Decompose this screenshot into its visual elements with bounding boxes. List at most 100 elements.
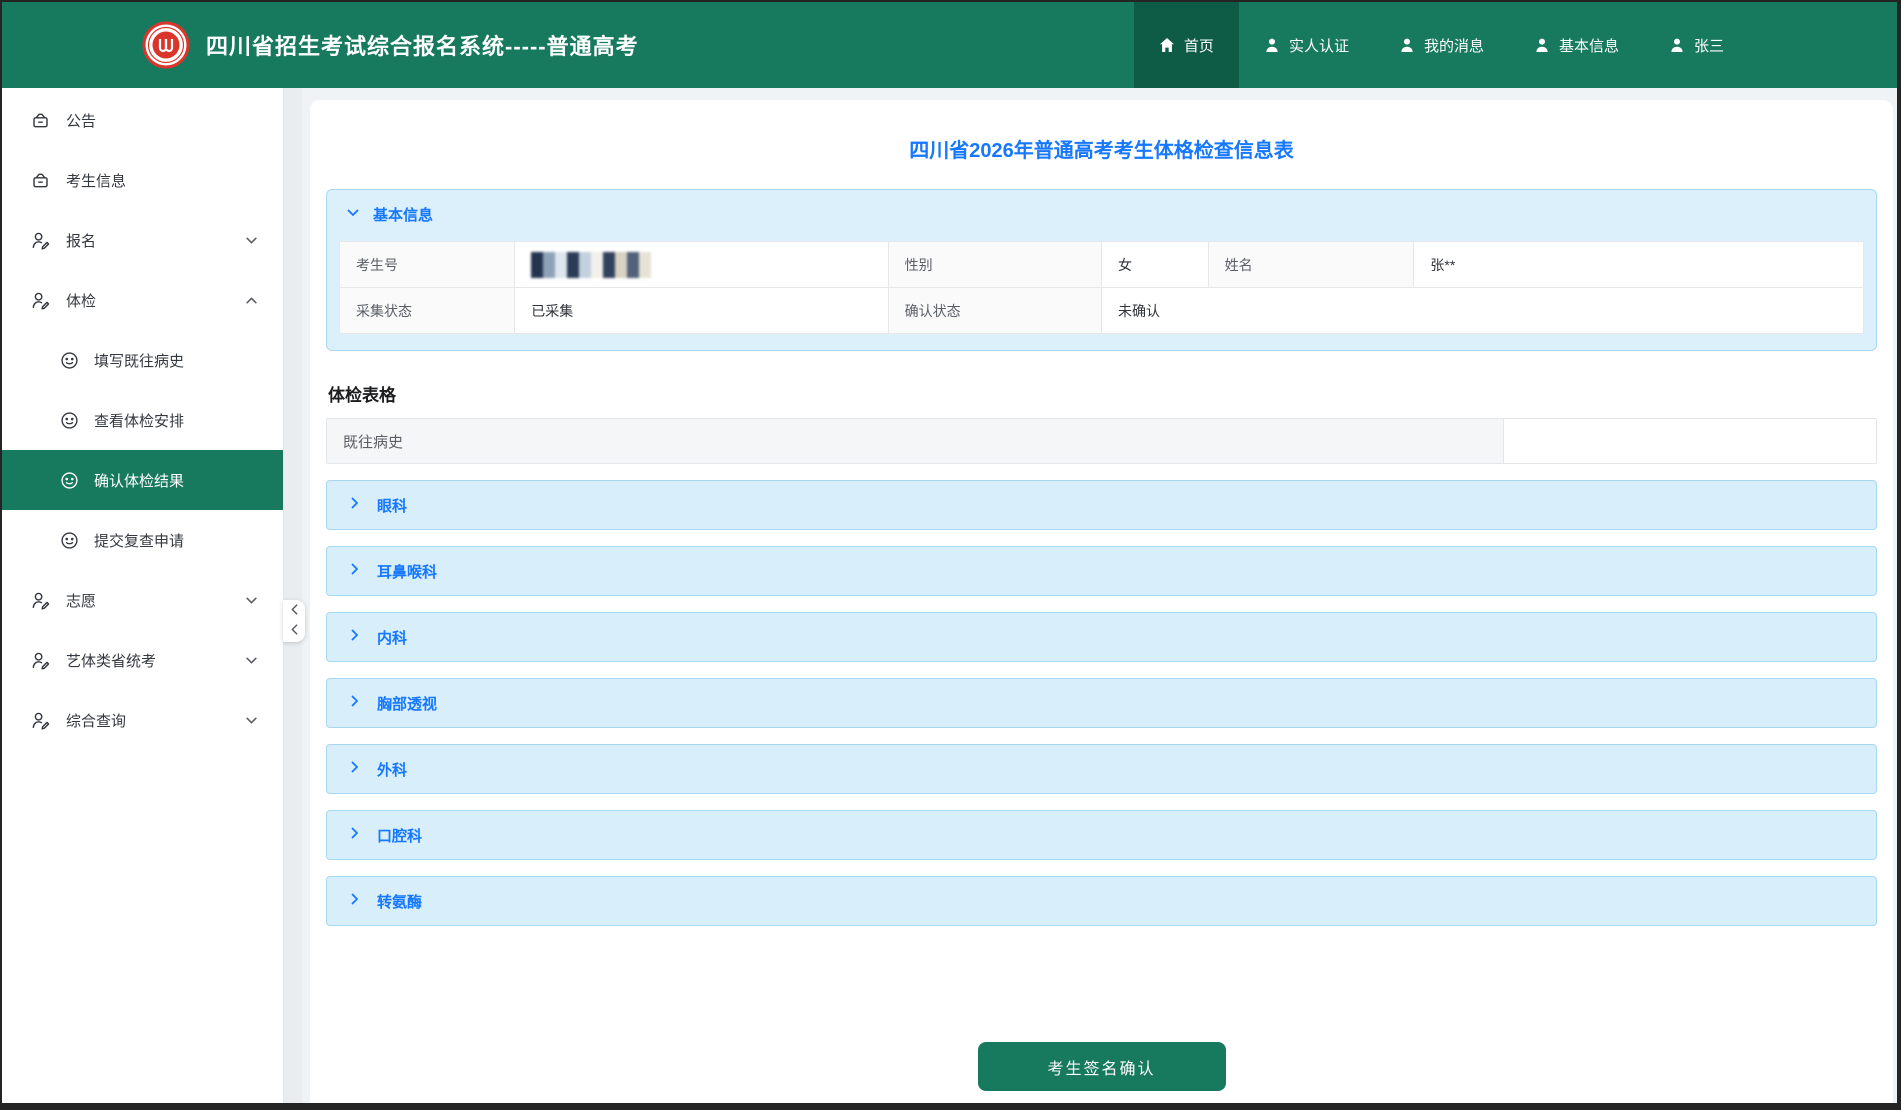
sidebar-item-candidate-info[interactable]: 考生信息 [2,150,283,210]
section-transaminase[interactable]: 转氨酶 [326,876,1877,926]
nav-item-user-zhangsan[interactable]: 张三 [1644,2,1749,88]
nav-item-label: 首页 [1183,37,1214,55]
section-surgery[interactable]: 外科 [326,744,1877,794]
section-label: 耳鼻喉科 [377,563,438,581]
sidebar-subitem-fill-medical-history[interactable]: 填写既往病史 [2,330,283,390]
chevron-down-icon [245,654,258,667]
sidebar-item-announcements[interactable]: 公告 [2,90,283,150]
sidebar-collapse-handle[interactable] [283,600,305,642]
sidebar-item-label: 考生信息 [66,172,127,190]
chevron-right-icon [348,760,362,778]
table-row: 采集状态 已采集 确认状态 未确认 [338,287,1865,334]
user-edit-icon [30,590,51,611]
sidebar-item-label: 艺体类省统考 [66,652,157,670]
section-dental[interactable]: 口腔科 [326,810,1877,860]
section-label: 转氨酶 [377,893,423,911]
archive-box-icon [30,170,51,191]
section-ophthalmology[interactable]: 眼科 [326,480,1877,530]
basic-info-table: 考生号 性别 女 姓名 张** 采集状态 已采集 确认状态 未确认 [338,241,1865,334]
sidebar-item-comprehensive-query[interactable]: 综合查询 [2,690,283,750]
smiley-icon [60,411,79,430]
chevron-right-icon [348,628,362,646]
name-label: 姓名 [1207,241,1415,288]
section-label: 外科 [377,761,408,779]
sidebar-item-label: 体检 [66,292,97,310]
home-icon [1159,37,1175,53]
smiley-icon [60,471,79,490]
chevron-down-icon [245,594,258,607]
gender-label: 性别 [887,241,1102,288]
body-row: 公告 考生信息 报名 体检 填写既往病史 查看体检安排 确认体检结果 提交复查申… [2,88,1897,1103]
user-edit-icon [30,290,51,311]
collection-status-value: 已采集 [514,287,889,334]
chevron-down-icon [245,234,258,247]
table-row: 考生号 性别 女 姓名 张** [338,241,1864,288]
collection-status-label: 采集状态 [338,287,516,334]
chevron-right-icon [348,562,362,580]
sidebar-item-preferences[interactable]: 志愿 [2,570,283,630]
section-ent[interactable]: 耳鼻喉科 [326,546,1877,596]
basic-info-panel-body: 考生号 性别 女 姓名 张** 采集状态 已采集 确认状态 未确认 [327,239,1876,350]
nav-item-home[interactable]: 首页 [1133,2,1239,88]
page-title: 四川省2026年普通高考考生体格检查信息表 [909,140,1294,162]
sidebar-item-physical-exam[interactable]: 体检 [2,270,283,330]
archive-box-icon [30,110,51,131]
sidebar-subitem-submit-recheck-request[interactable]: 提交复查申请 [2,510,283,570]
app-window: 四川省招生考试综合报名系统-----普通高考 首页 实人认证 我的消息 基本信息… [0,0,1901,1110]
nav-item-basic-info[interactable]: 基本信息 [1509,2,1644,88]
user-edit-icon [30,230,51,251]
user-icon [1534,37,1550,53]
sidebar: 公告 考生信息 报名 体检 填写既往病史 查看体检安排 确认体检结果 提交复查申… [2,88,283,1103]
chevron-right-icon [348,826,362,844]
masked-exam-number [531,251,652,278]
name-value: 张** [1413,241,1864,288]
sidebar-item-label: 综合查询 [66,712,127,730]
nav-item-my-messages[interactable]: 我的消息 [1374,2,1509,88]
chevron-right-icon [348,496,362,514]
exam-form-heading: 体检表格 [328,386,396,405]
candidate-signature-confirm-button[interactable]: 考生签名确认 [977,1042,1226,1091]
nav-item-label: 我的消息 [1423,37,1484,55]
confirmation-status-label: 确认状态 [887,287,1102,334]
content-card: 四川省2026年普通高考考生体格检查信息表 基本信息 考生号 性别 女 姓名 张… [310,100,1893,1103]
smiley-icon [60,351,79,370]
user-edit-icon [30,710,51,731]
smiley-icon [60,531,79,550]
user-icon [1264,37,1280,53]
sidebar-item-label: 报名 [66,232,97,250]
chevron-left-icon [289,602,300,620]
user-edit-icon [30,650,51,671]
chevron-left-icon [289,622,300,640]
medical-history-row: 既往病史 [326,418,1877,464]
sidebar-item-label: 填写既往病史 [94,352,185,370]
sidebar-subitem-view-exam-schedule[interactable]: 查看体检安排 [2,390,283,450]
sidebar-item-art-sports-exam[interactable]: 艺体类省统考 [2,630,283,690]
footer-actions: 考生签名确认 [326,1042,1877,1091]
exam-number-value [514,241,889,288]
basic-info-panel-header[interactable]: 基本信息 [327,190,1876,239]
section-chest-xray[interactable]: 胸部透视 [326,678,1877,728]
section-label: 内科 [377,629,408,647]
sidebar-subitem-confirm-exam-results[interactable]: 确认体检结果 [2,450,283,510]
sidebar-item-label: 公告 [66,112,97,130]
nav-item-label: 实人认证 [1288,37,1349,55]
sidebar-item-label: 志愿 [66,592,97,610]
section-label: 口腔科 [377,827,423,845]
nav-item-label: 张三 [1693,37,1724,55]
sichuan-seal-logo-icon [142,21,190,69]
nav-item-identity-verification[interactable]: 实人认证 [1239,2,1374,88]
exam-number-label: 考生号 [338,241,516,288]
brand: 四川省招生考试综合报名系统-----普通高考 [2,21,639,69]
section-internal-medicine[interactable]: 内科 [326,612,1877,662]
confirmation-status-value: 未确认 [1100,287,1865,334]
app-title: 四川省招生考试综合报名系统-----普通高考 [206,34,639,59]
main-region: 四川省2026年普通高考考生体格检查信息表 基本信息 考生号 性别 女 姓名 张… [302,88,1897,1103]
medical-history-value [1504,419,1876,463]
chevron-down-icon [346,206,360,224]
user-icon [1399,37,1415,53]
sidebar-item-registration[interactable]: 报名 [2,210,283,270]
sidebar-item-label: 查看体检安排 [94,412,185,430]
chevron-right-icon [348,694,362,712]
sidebar-item-label: 确认体检结果 [94,472,185,490]
section-label: 胸部透视 [377,695,438,713]
